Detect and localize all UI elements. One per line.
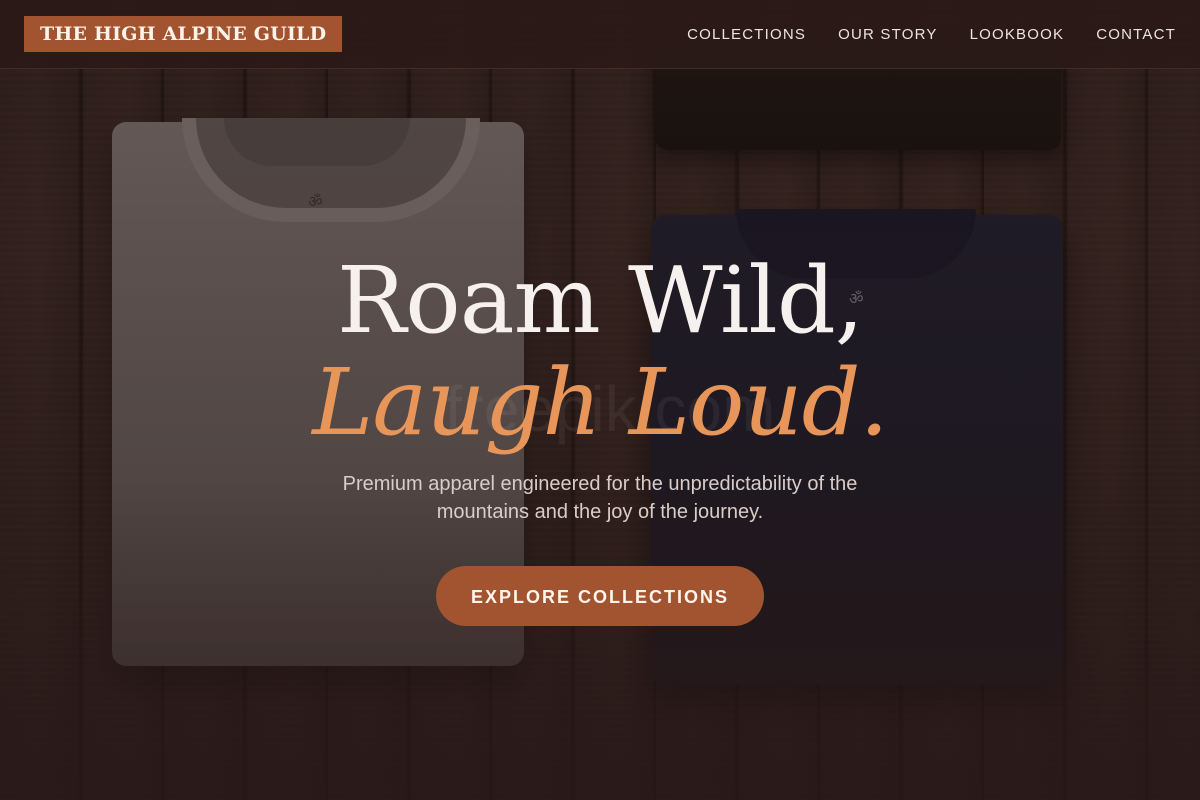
nav-link-collections[interactable]: COLLECTIONS <box>687 26 806 43</box>
explore-collections-button[interactable]: EXPLORE COLLECTIONS <box>436 566 764 626</box>
nav-link-our-story[interactable]: OUR STORY <box>838 26 937 43</box>
nav-link-lookbook[interactable]: LOOKBOOK <box>970 26 1065 43</box>
main-nav: COLLECTIONS OUR STORY LOOKBOOK CONTACT <box>687 0 1176 68</box>
site-header: THE HIGH ALPINE GUILD COLLECTIONS OUR ST… <box>0 0 1200 69</box>
hero-headline-line1: Roam Wild, <box>337 247 864 354</box>
brand-logo[interactable]: THE HIGH ALPINE GUILD <box>24 16 343 52</box>
hero-headline-line2: Laugh Loud. <box>312 349 888 456</box>
nav-link-contact[interactable]: CONTACT <box>1096 26 1176 43</box>
hero-subtext: Premium apparel engineered for the unpre… <box>342 473 858 523</box>
